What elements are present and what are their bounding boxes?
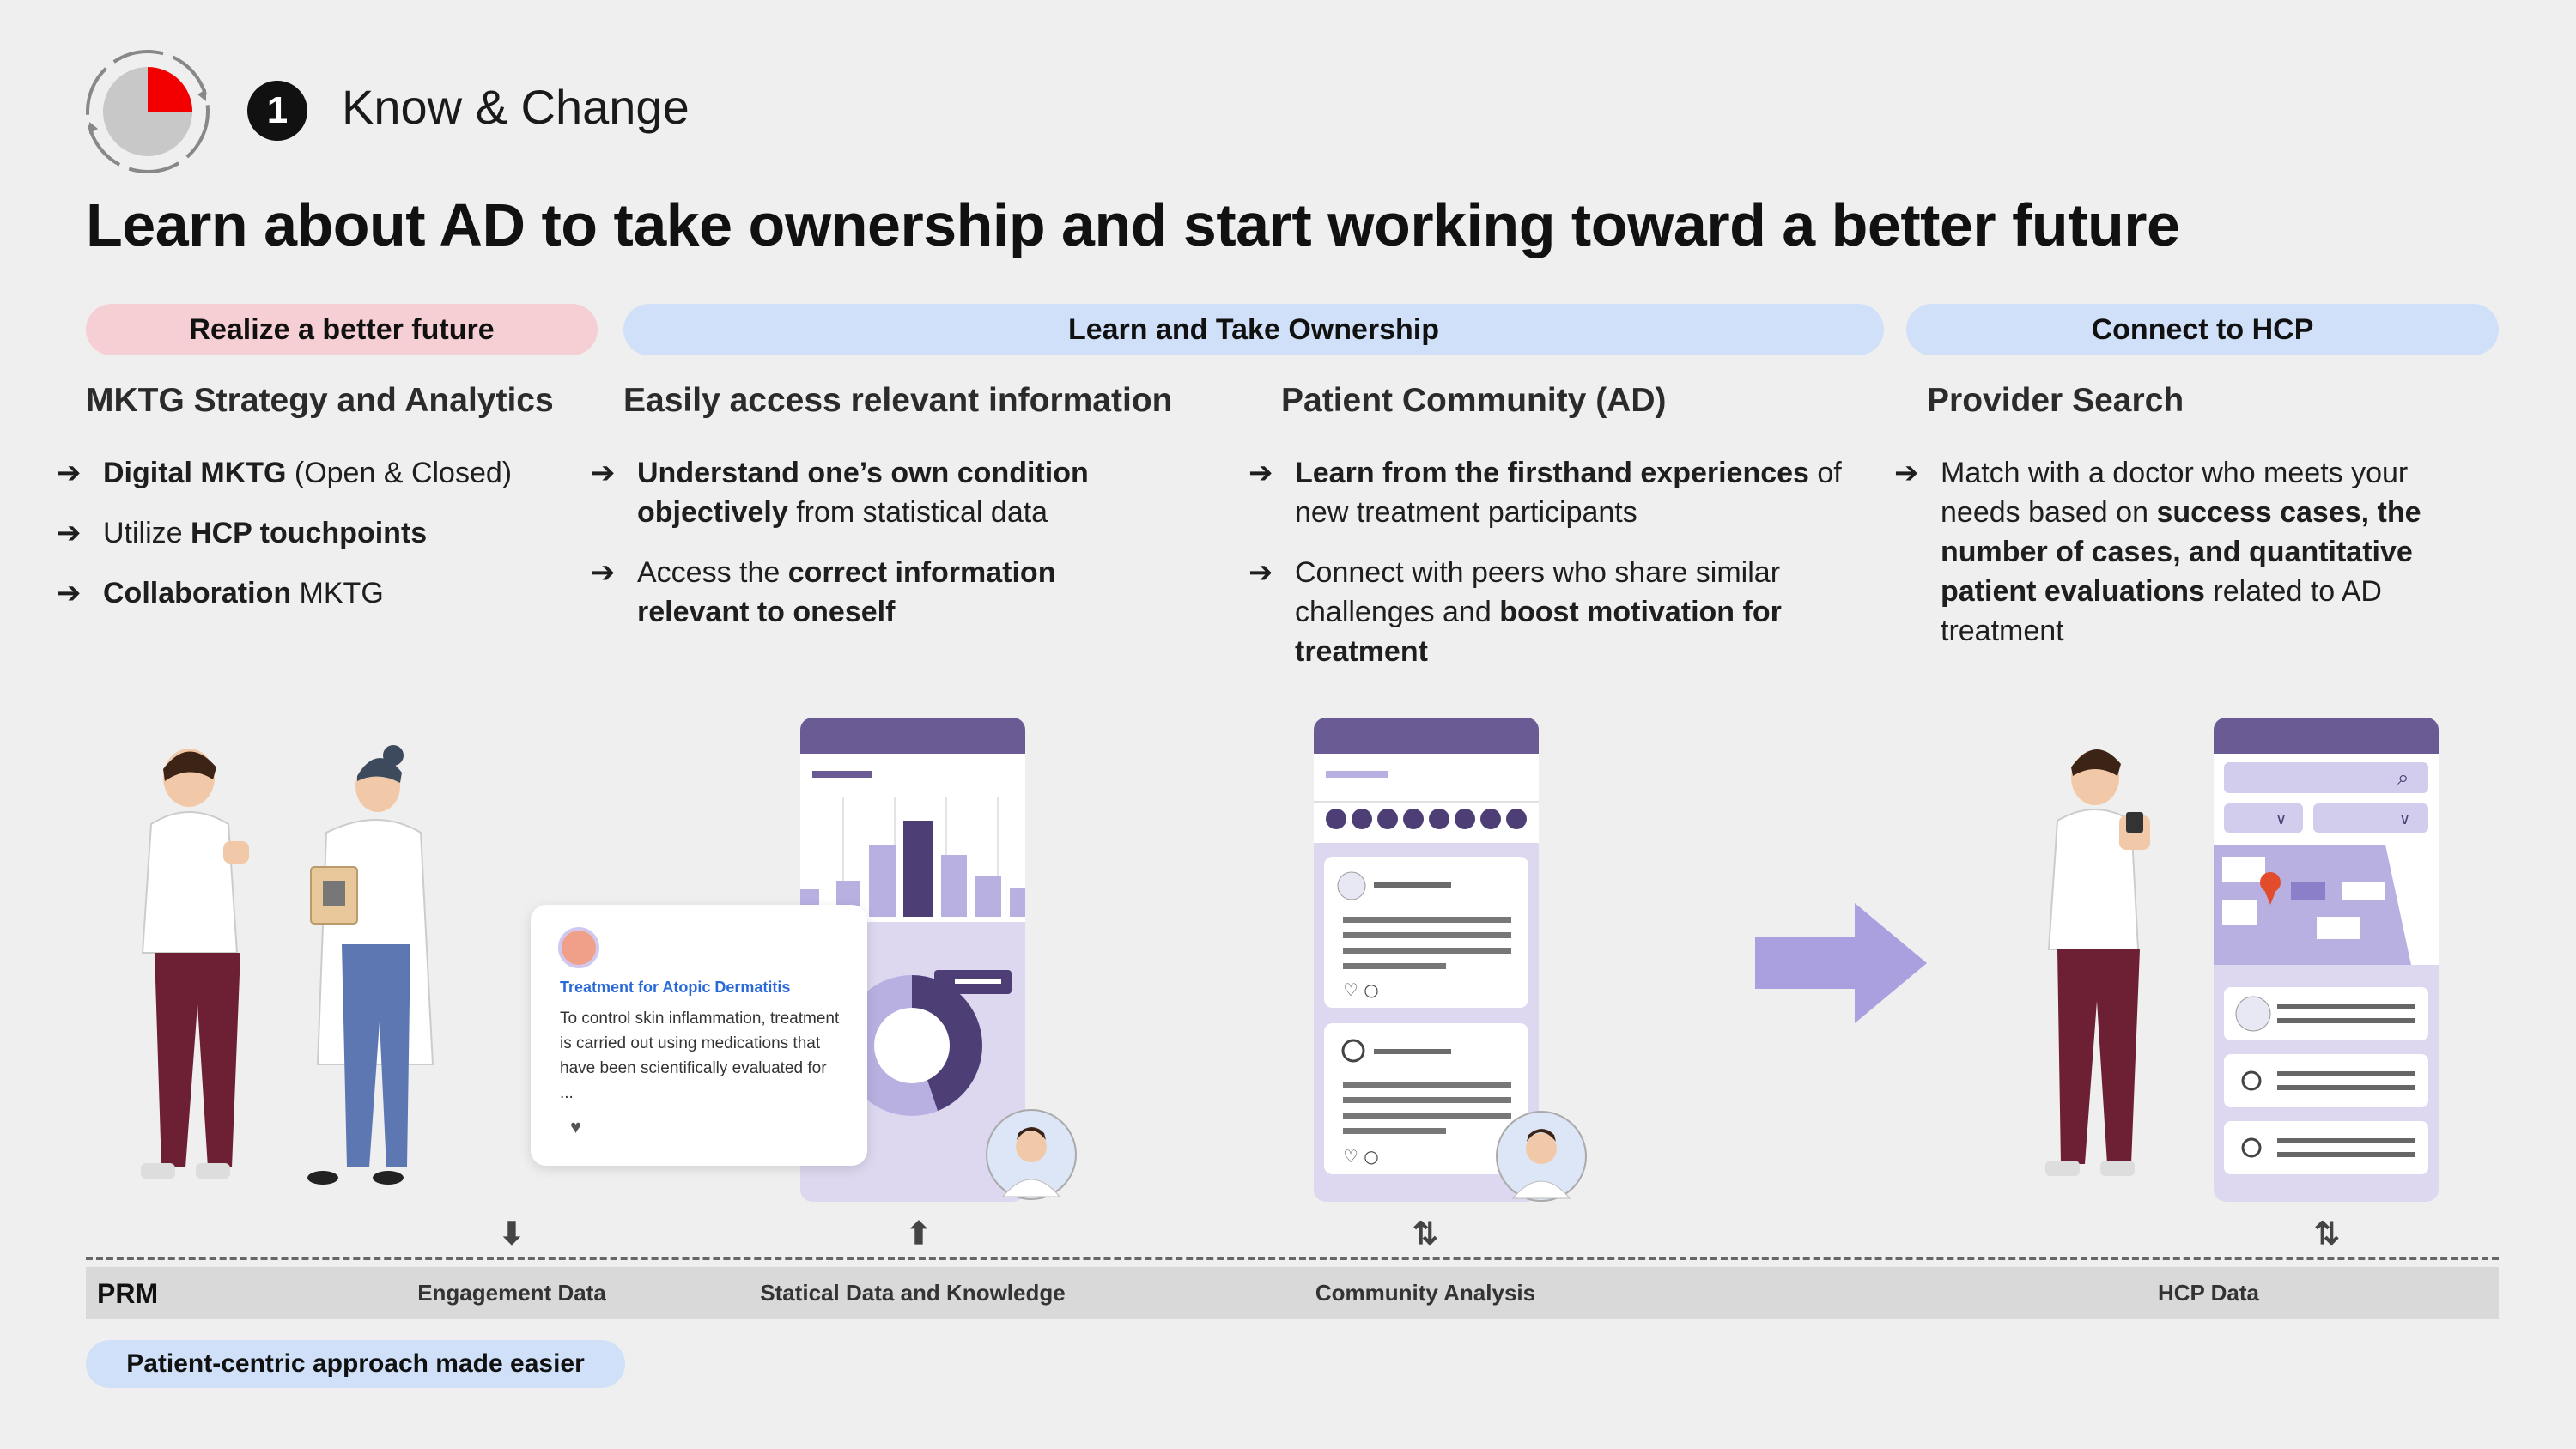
up-arrow-icon: ⬆ — [905, 1216, 933, 1251]
right-arrow-icon: ➔ — [1249, 556, 1273, 589]
right-arrow-icon: ➔ — [57, 517, 82, 549]
column-heading-provider: Provider Search — [1927, 382, 2184, 419]
prm-item-engagement: Engagement Data — [417, 1280, 606, 1306]
column-heading-community: Patient Community (AD) — [1281, 382, 1667, 419]
prm-label: PRM — [97, 1278, 159, 1309]
skin-condition-icon — [558, 927, 599, 968]
prm-item-statistics: Statical Data and Knowledge — [760, 1280, 1066, 1306]
patient-avatar — [1496, 1111, 1587, 1202]
prm-item-hcp: HCP Data — [2157, 1280, 2260, 1306]
provider-search-illustration: ⌕ ∨ ∨ — [2214, 762, 2439, 1202]
bullet-list-access: ➔ Understand one’s own condition objectiv… — [591, 453, 1157, 652]
list-item: ➔ Digital MKTG (Open & Closed) — [57, 453, 572, 493]
bidirectional-arrow-icon: ⇅ — [2313, 1216, 2341, 1251]
dashed-divider — [86, 1257, 2499, 1260]
phone-header — [1314, 718, 1539, 754]
step-title: Know & Change — [342, 80, 690, 134]
svg-text:∨: ∨ — [2275, 810, 2287, 828]
doctor-avatar — [986, 1109, 1077, 1200]
svg-text:∨: ∨ — [2399, 810, 2410, 828]
cycle-progress-icon — [86, 50, 210, 173]
right-arrow-icon: ➔ — [591, 556, 616, 589]
heart-icon[interactable]: ♥ — [570, 1116, 581, 1138]
right-arrow-icon: ➔ — [1249, 457, 1273, 489]
right-arrow-icon — [1755, 903, 1927, 1023]
prm-item-community: Community Analysis — [1315, 1280, 1536, 1306]
phone-header — [2214, 718, 2439, 754]
bullet-list-mktg: ➔ Digital MKTG (Open & Closed) ➔ Utilize H… — [57, 453, 572, 634]
right-arrow-icon: ➔ — [591, 457, 616, 489]
provider-search-phone-mockup: ⌕ ∨ ∨ — [2214, 718, 2439, 1202]
svg-text:⌕: ⌕ — [2397, 766, 2409, 790]
right-arrow-icon: ➔ — [57, 457, 82, 489]
card-title: Treatment for Atopic Dermatitis — [560, 979, 791, 996]
column-heading-mktg: MKTG Strategy and Analytics — [86, 382, 554, 419]
list-item: ➔ Connect with peers who share similar ch… — [1249, 553, 1850, 671]
bidirectional-arrow-icon: ⇅ — [1412, 1216, 1439, 1251]
bullet-list-provider: ➔ Match with a doctor who meets your need… — [1894, 453, 2487, 671]
marketer-people-illustration — [141, 745, 434, 1185]
svg-text:♡ ○: ♡ ○ — [1343, 979, 1379, 1000]
list-item: ➔ Utilize HCP touchpoints — [57, 513, 572, 553]
treatment-info-card[interactable]: Treatment for Atopic Dermatitis To contr… — [531, 905, 867, 1166]
list-item: ➔ Collaboration MKTG — [57, 573, 572, 613]
stage-pill-realize: Realize a better future — [86, 304, 598, 355]
card-body: To control skin inflammation, treatment … — [560, 1009, 840, 1102]
page-headline: Learn about AD to take ownership and sta… — [86, 191, 2180, 258]
stage-pill-connect: Connect to HCP — [1906, 304, 2499, 355]
list-item: ➔ Understand one’s own condition objectiv… — [591, 453, 1157, 532]
phone-header — [800, 718, 1025, 754]
list-item: ➔ Learn from the firsthand experiences of… — [1249, 453, 1850, 532]
bullet-list-community: ➔ Learn from the firsthand experiences of… — [1249, 453, 1850, 692]
svg-text:♡ ○: ♡ ○ — [1343, 1146, 1379, 1167]
footer-pill: Patient-centric approach made easier — [86, 1340, 625, 1388]
right-arrow-icon: ➔ — [1894, 457, 1919, 489]
patient-with-phone-illustration — [2045, 749, 2150, 1176]
down-arrow-icon: ⬇ — [498, 1216, 526, 1251]
list-item: ➔ Access the correct information relevant… — [591, 553, 1157, 632]
list-item: ➔ Match with a doctor who meets your need… — [1894, 453, 2487, 651]
step-number-badge: 1 — [247, 81, 307, 141]
column-heading-access: Easily access relevant information — [623, 382, 1173, 419]
right-arrow-icon: ➔ — [57, 577, 82, 609]
stage-pill-learn: Learn and Take Ownership — [623, 304, 1884, 355]
